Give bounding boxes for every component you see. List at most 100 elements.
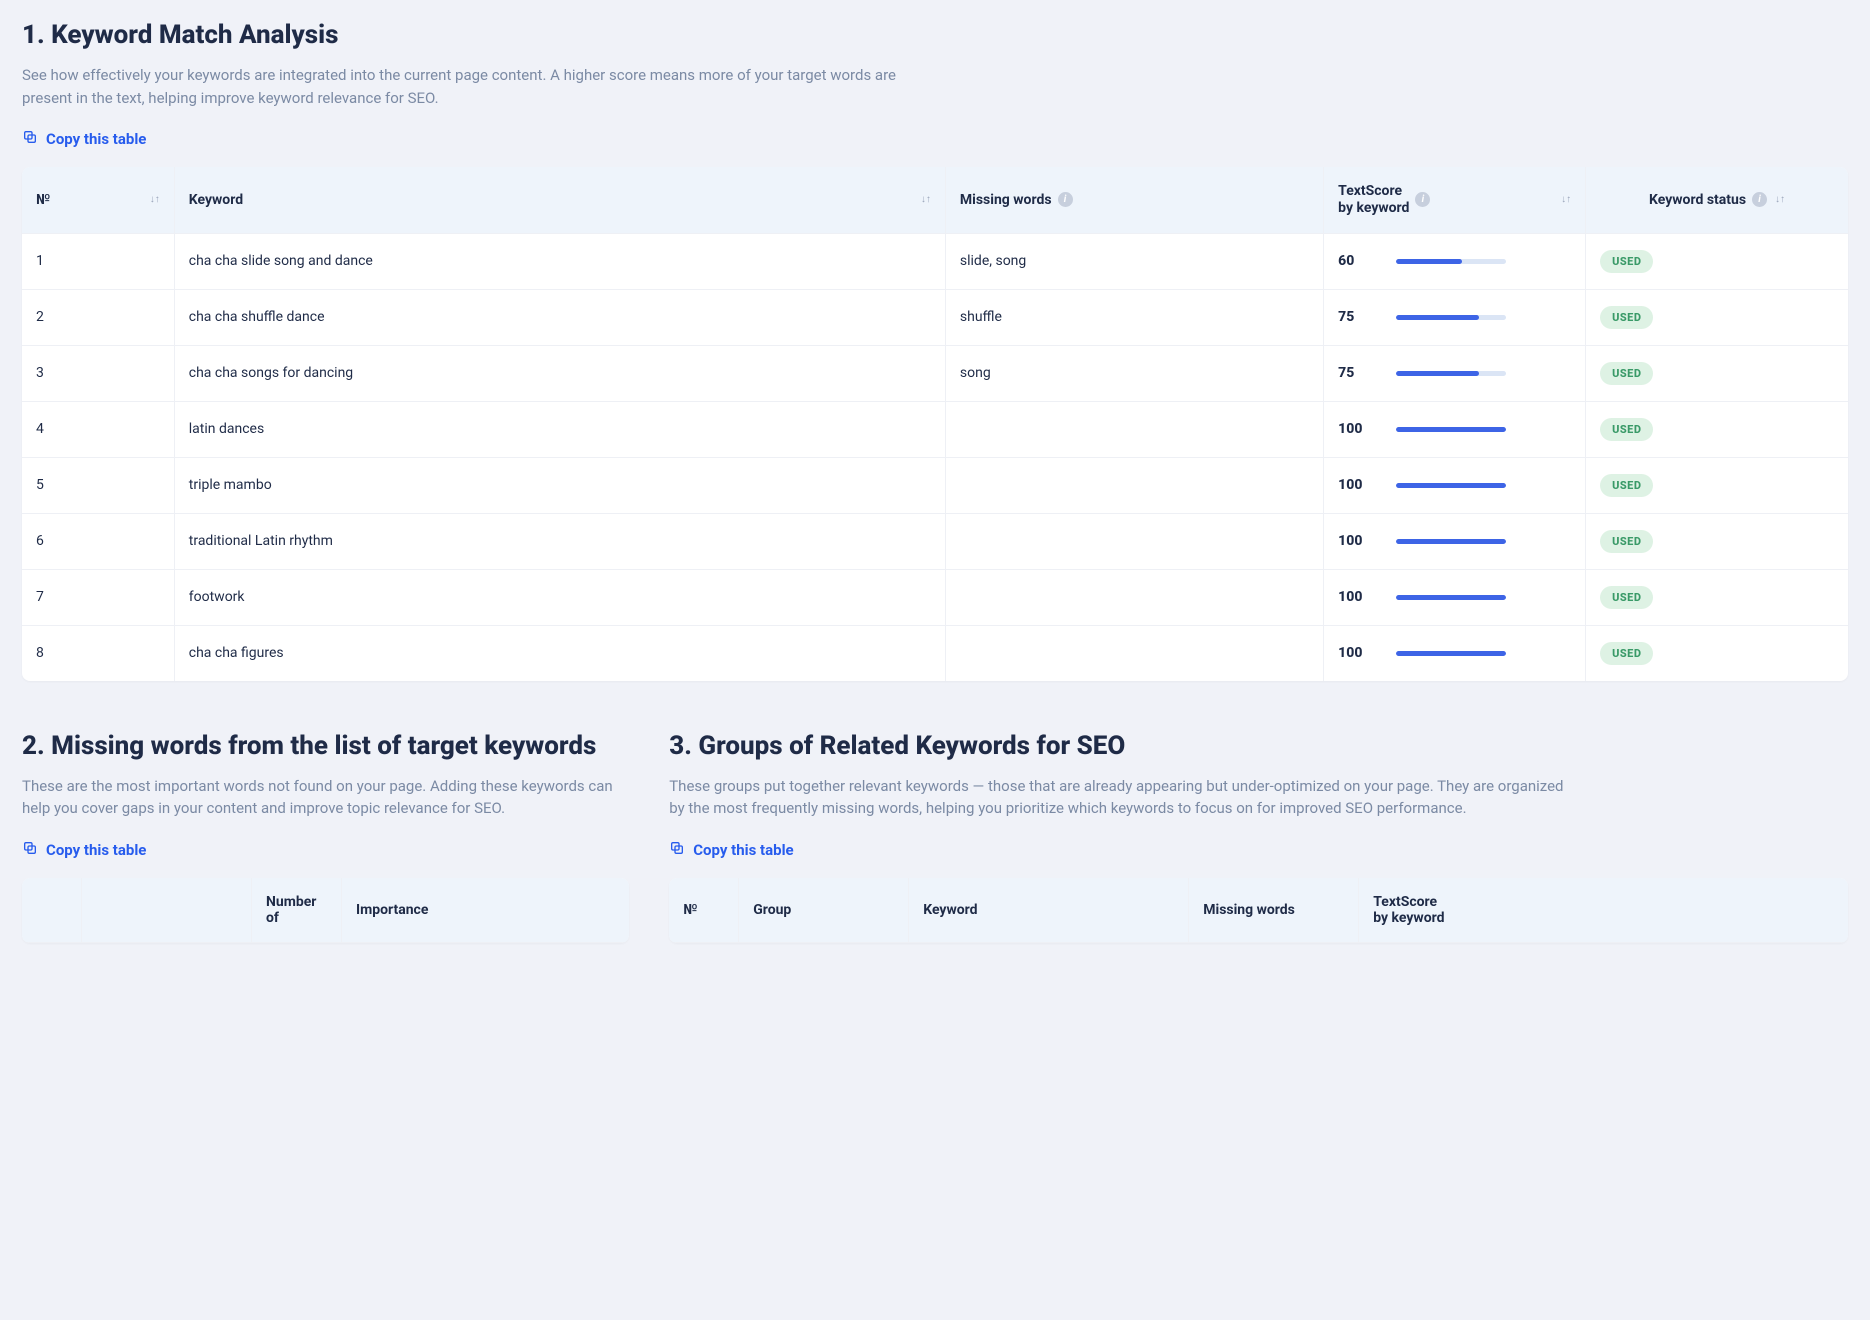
col-header-missing[interactable]: Missing words i xyxy=(946,167,1324,234)
cell-score: 100 xyxy=(1324,458,1586,514)
cell-status: USED xyxy=(1586,626,1848,681)
cell-num: 3 xyxy=(22,346,175,402)
keyword-match-table: № ↓↑ Keyword ↓↑ Missing words i xyxy=(22,167,1848,681)
col-header-missing[interactable]: Missing words xyxy=(1189,878,1359,943)
sort-icon[interactable]: ↓↑ xyxy=(921,196,931,204)
col-header-keyword[interactable]: Keyword xyxy=(909,878,1189,943)
section-title: 2. Missing words from the list of target… xyxy=(22,731,629,761)
cell-num: 2 xyxy=(22,290,175,346)
copy-table-label: Copy this table xyxy=(46,841,146,859)
cell-score: 75 xyxy=(1324,346,1586,402)
cell-keyword: triple mambo xyxy=(175,458,946,514)
cell-status: USED xyxy=(1586,234,1848,290)
cell-score: 100 xyxy=(1324,626,1586,681)
info-icon[interactable]: i xyxy=(1752,192,1767,207)
cell-num: 7 xyxy=(22,570,175,626)
section-title: 1. Keyword Match Analysis xyxy=(22,20,1848,50)
info-icon[interactable]: i xyxy=(1415,192,1430,207)
status-badge: USED xyxy=(1600,586,1653,609)
cell-score: 75 xyxy=(1324,290,1586,346)
copy-table-button[interactable]: Copy this table xyxy=(669,840,793,860)
col-header-score[interactable]: TextScore by keyword i ↓↑ xyxy=(1324,167,1586,234)
col-header-num[interactable]: № ↓↑ xyxy=(22,167,175,234)
cell-missing xyxy=(946,458,1324,514)
cell-keyword: cha cha figures xyxy=(175,626,946,681)
cell-score: 100 xyxy=(1324,570,1586,626)
score-bar xyxy=(1396,315,1506,320)
cell-status: USED xyxy=(1586,402,1848,458)
section-keyword-match: 1. Keyword Match Analysis See how effect… xyxy=(22,20,1848,681)
col-header-group[interactable]: Group xyxy=(739,878,909,943)
score-value: 100 xyxy=(1338,533,1378,549)
cell-missing: shuffle xyxy=(946,290,1324,346)
status-badge: USED xyxy=(1600,642,1653,665)
cell-status: USED xyxy=(1586,458,1848,514)
score-bar xyxy=(1396,539,1506,544)
keyword-groups-table: № Group Keyword Missing words TextScore xyxy=(669,878,1848,943)
cell-missing xyxy=(946,570,1324,626)
status-badge: USED xyxy=(1600,362,1653,385)
cell-missing xyxy=(946,402,1324,458)
copy-table-button[interactable]: Copy this table xyxy=(22,840,146,860)
status-badge: USED xyxy=(1600,530,1653,553)
table-header-row: Number of Importance xyxy=(22,878,629,943)
table-row: 1 cha cha slide song and dance slide, so… xyxy=(22,234,1848,290)
sort-icon[interactable]: ↓↑ xyxy=(150,196,160,204)
section-desc: These groups put together relevant keywo… xyxy=(669,775,1569,820)
col-header-blank xyxy=(22,878,82,943)
col-header-importance[interactable]: Importance xyxy=(342,878,629,943)
table-row: 6 traditional Latin rhythm 100 USED xyxy=(22,514,1848,570)
cell-status: USED xyxy=(1586,290,1848,346)
cell-num: 8 xyxy=(22,626,175,681)
copy-table-button[interactable]: Copy this table xyxy=(22,129,146,149)
score-bar xyxy=(1396,651,1506,656)
cell-score: 60 xyxy=(1324,234,1586,290)
col-header-num[interactable]: № xyxy=(669,878,739,943)
col-header-status[interactable]: Keyword status i ↓↑ xyxy=(1586,167,1848,234)
copy-icon xyxy=(669,840,685,860)
cell-missing: slide, song xyxy=(946,234,1324,290)
cell-status: USED xyxy=(1586,514,1848,570)
cell-missing: song xyxy=(946,346,1324,402)
cell-keyword: cha cha shuffle dance xyxy=(175,290,946,346)
score-value: 75 xyxy=(1338,365,1378,381)
col-header-blank xyxy=(82,878,252,943)
status-badge: USED xyxy=(1600,474,1653,497)
score-value: 100 xyxy=(1338,645,1378,661)
table-header-row: № Group Keyword Missing words TextScore xyxy=(669,878,1848,943)
cell-score: 100 xyxy=(1324,514,1586,570)
score-value: 100 xyxy=(1338,589,1378,605)
copy-icon xyxy=(22,840,38,860)
status-badge: USED xyxy=(1600,418,1653,441)
score-value: 75 xyxy=(1338,309,1378,325)
score-value: 100 xyxy=(1338,477,1378,493)
table-row: 4 latin dances 100 USED xyxy=(22,402,1848,458)
col-header-number[interactable]: Number of xyxy=(252,878,342,943)
status-badge: USED xyxy=(1600,250,1653,273)
copy-table-label: Copy this table xyxy=(46,130,146,148)
info-icon[interactable]: i xyxy=(1058,192,1073,207)
score-bar xyxy=(1396,483,1506,488)
bottom-sections: 2. Missing words from the list of target… xyxy=(22,731,1848,993)
section-title: 3. Groups of Related Keywords for SEO xyxy=(669,731,1848,761)
col-header-keyword[interactable]: Keyword ↓↑ xyxy=(175,167,946,234)
sort-icon[interactable]: ↓↑ xyxy=(1561,196,1571,204)
table-row: 5 triple mambo 100 USED xyxy=(22,458,1848,514)
section-desc: These are the most important words not f… xyxy=(22,775,629,820)
cell-keyword: footwork xyxy=(175,570,946,626)
section-desc: See how effectively your keywords are in… xyxy=(22,64,922,109)
copy-table-label: Copy this table xyxy=(693,841,793,859)
cell-num: 4 xyxy=(22,402,175,458)
score-bar xyxy=(1396,371,1506,376)
cell-num: 5 xyxy=(22,458,175,514)
cell-score: 100 xyxy=(1324,402,1586,458)
table-row: 2 cha cha shuffle dance shuffle 75 USED xyxy=(22,290,1848,346)
cell-status: USED xyxy=(1586,570,1848,626)
col-header-score[interactable]: TextScore by keyword xyxy=(1359,878,1848,943)
status-badge: USED xyxy=(1600,306,1653,329)
cell-missing xyxy=(946,514,1324,570)
cell-num: 6 xyxy=(22,514,175,570)
cell-keyword: cha cha songs for dancing xyxy=(175,346,946,402)
cell-missing xyxy=(946,626,1324,681)
sort-icon[interactable]: ↓↑ xyxy=(1775,196,1785,204)
